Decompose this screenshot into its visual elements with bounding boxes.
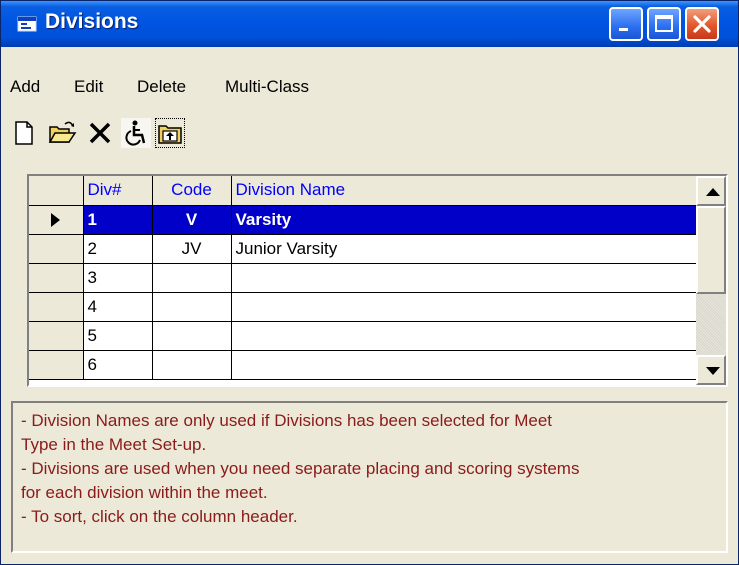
current-row-arrow-icon — [51, 213, 60, 228]
cell-division-name[interactable] — [231, 263, 698, 293]
table-row[interactable]: 4 — [29, 292, 698, 322]
column-header-div[interactable]: Div# — [83, 176, 153, 206]
cell-div[interactable]: 4 — [83, 292, 153, 322]
table-row[interactable]: 2 JV Junior Varsity — [29, 234, 698, 264]
cell-division-name[interactable] — [231, 350, 698, 380]
cell-code[interactable]: JV — [152, 234, 232, 264]
menu-delete[interactable]: Delete — [137, 77, 186, 97]
cell-div[interactable]: 5 — [83, 321, 153, 351]
maximize-icon — [655, 15, 673, 32]
new-document-button[interactable] — [9, 118, 39, 148]
close-icon — [693, 15, 711, 33]
new-document-icon — [15, 121, 33, 145]
cell-division-name[interactable] — [231, 321, 698, 351]
header-row: Div# Code Division Name — [29, 176, 698, 206]
cell-code[interactable] — [152, 321, 232, 351]
row-selector[interactable] — [29, 234, 84, 264]
table-row[interactable]: 6 — [29, 350, 698, 380]
row-selector[interactable] — [29, 263, 84, 293]
help-text-line: - Divisions are used when you need separ… — [21, 459, 580, 478]
cell-div[interactable]: 2 — [83, 234, 153, 264]
help-text-line: - Division Names are only used if Divisi… — [21, 411, 553, 430]
arrow-up-icon — [706, 188, 720, 196]
row-selector[interactable] — [29, 350, 84, 380]
maximize-button[interactable] — [647, 7, 681, 41]
cell-code[interactable] — [152, 263, 232, 293]
cell-code[interactable] — [152, 350, 232, 380]
menu-add[interactable]: Add — [10, 77, 40, 97]
table-row[interactable]: 3 — [29, 263, 698, 293]
column-header-code[interactable]: Code — [152, 176, 232, 206]
accessibility-icon — [125, 120, 146, 146]
help-text-line: for each division within the meet. — [21, 483, 268, 502]
scroll-up-button[interactable] — [696, 176, 726, 206]
cell-division-name[interactable] — [231, 292, 698, 322]
divisions-grid[interactable]: Div# Code Division Name 1 V Varsity 2 JV… — [27, 174, 728, 387]
cell-code[interactable] — [152, 292, 232, 322]
divisions-window: Divisions Add Edit Delete Multi-Class Di… — [0, 0, 739, 565]
close-button[interactable] — [685, 7, 719, 41]
scrollbar-thumb[interactable] — [696, 206, 726, 294]
window-app-icon[interactable] — [17, 15, 37, 33]
window-title: Divisions — [45, 10, 139, 33]
open-button[interactable] — [47, 118, 77, 148]
help-text-line: - To sort, click on the column header. — [21, 507, 298, 526]
move-up-folder-icon — [158, 125, 182, 144]
cell-div[interactable]: 3 — [83, 263, 153, 293]
menu-edit[interactable]: Edit — [74, 77, 103, 97]
cell-code[interactable]: V — [152, 205, 232, 235]
table-row[interactable]: 5 — [29, 321, 698, 351]
accessibility-button[interactable] — [121, 118, 151, 148]
cell-div[interactable]: 6 — [83, 350, 153, 380]
title-bar[interactable]: Divisions — [1, 1, 738, 47]
cell-div[interactable]: 1 — [83, 205, 153, 235]
help-text-line: Type in the Meet Set-up. — [21, 435, 207, 454]
menu-bar: Add Edit Delete Multi-Class — [1, 73, 738, 99]
cell-division-name[interactable]: Varsity — [231, 205, 698, 235]
menu-multi-class[interactable]: Multi-Class — [225, 77, 309, 97]
row-selector[interactable] — [29, 321, 84, 351]
help-text-panel: - Division Names are only used if Divisi… — [11, 401, 728, 553]
delete-x-icon — [89, 122, 111, 144]
vertical-scrollbar[interactable] — [696, 176, 726, 385]
divisions-table: Div# Code Division Name 1 V Varsity 2 JV… — [29, 176, 698, 380]
open-folder-icon — [48, 121, 77, 143]
row-selector-current[interactable] — [29, 205, 84, 235]
table-row[interactable]: 1 V Varsity — [29, 205, 698, 235]
scroll-down-button[interactable] — [696, 355, 726, 385]
row-selector[interactable] — [29, 292, 84, 322]
minimize-icon — [619, 28, 628, 31]
delete-button[interactable] — [85, 118, 115, 148]
arrow-down-icon — [706, 367, 720, 375]
toolbar — [1, 114, 738, 154]
move-up-button[interactable] — [155, 118, 185, 148]
column-header-division-name[interactable]: Division Name — [231, 176, 698, 206]
corner-cell[interactable] — [29, 176, 84, 206]
minimize-button[interactable] — [609, 7, 643, 41]
cell-division-name[interactable]: Junior Varsity — [231, 234, 698, 264]
